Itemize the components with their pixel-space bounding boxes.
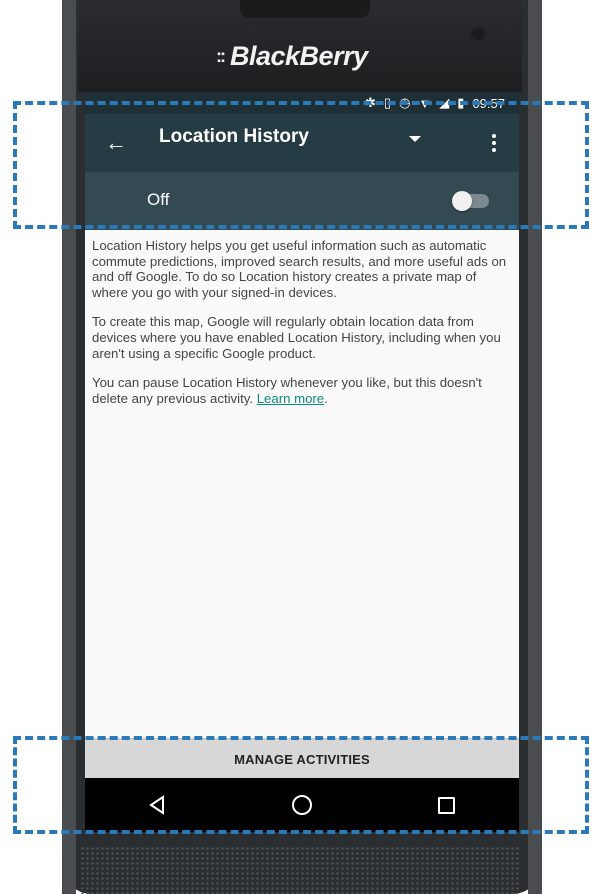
paragraph-3-period: . xyxy=(324,390,328,406)
paragraph-1: Location History helps you get useful in… xyxy=(92,238,507,300)
paragraph-3: You can pause Location History whenever … xyxy=(92,375,512,406)
paragraph-2: To create this map, Google will regularl… xyxy=(92,314,501,361)
front-camera xyxy=(470,26,486,42)
highlight-box-footer xyxy=(13,736,589,834)
brand-logo: :: BlackBerry xyxy=(216,38,386,74)
speaker-grille xyxy=(80,846,520,894)
highlight-box-header xyxy=(13,101,589,229)
blackberry-logo-icon: :: xyxy=(216,45,226,66)
learn-more-link[interactable]: Learn more xyxy=(257,391,324,406)
brand-name: BlackBerry xyxy=(230,40,368,71)
earpiece-speaker xyxy=(240,0,370,18)
description-text: Location History helps you get useful in… xyxy=(92,238,512,420)
